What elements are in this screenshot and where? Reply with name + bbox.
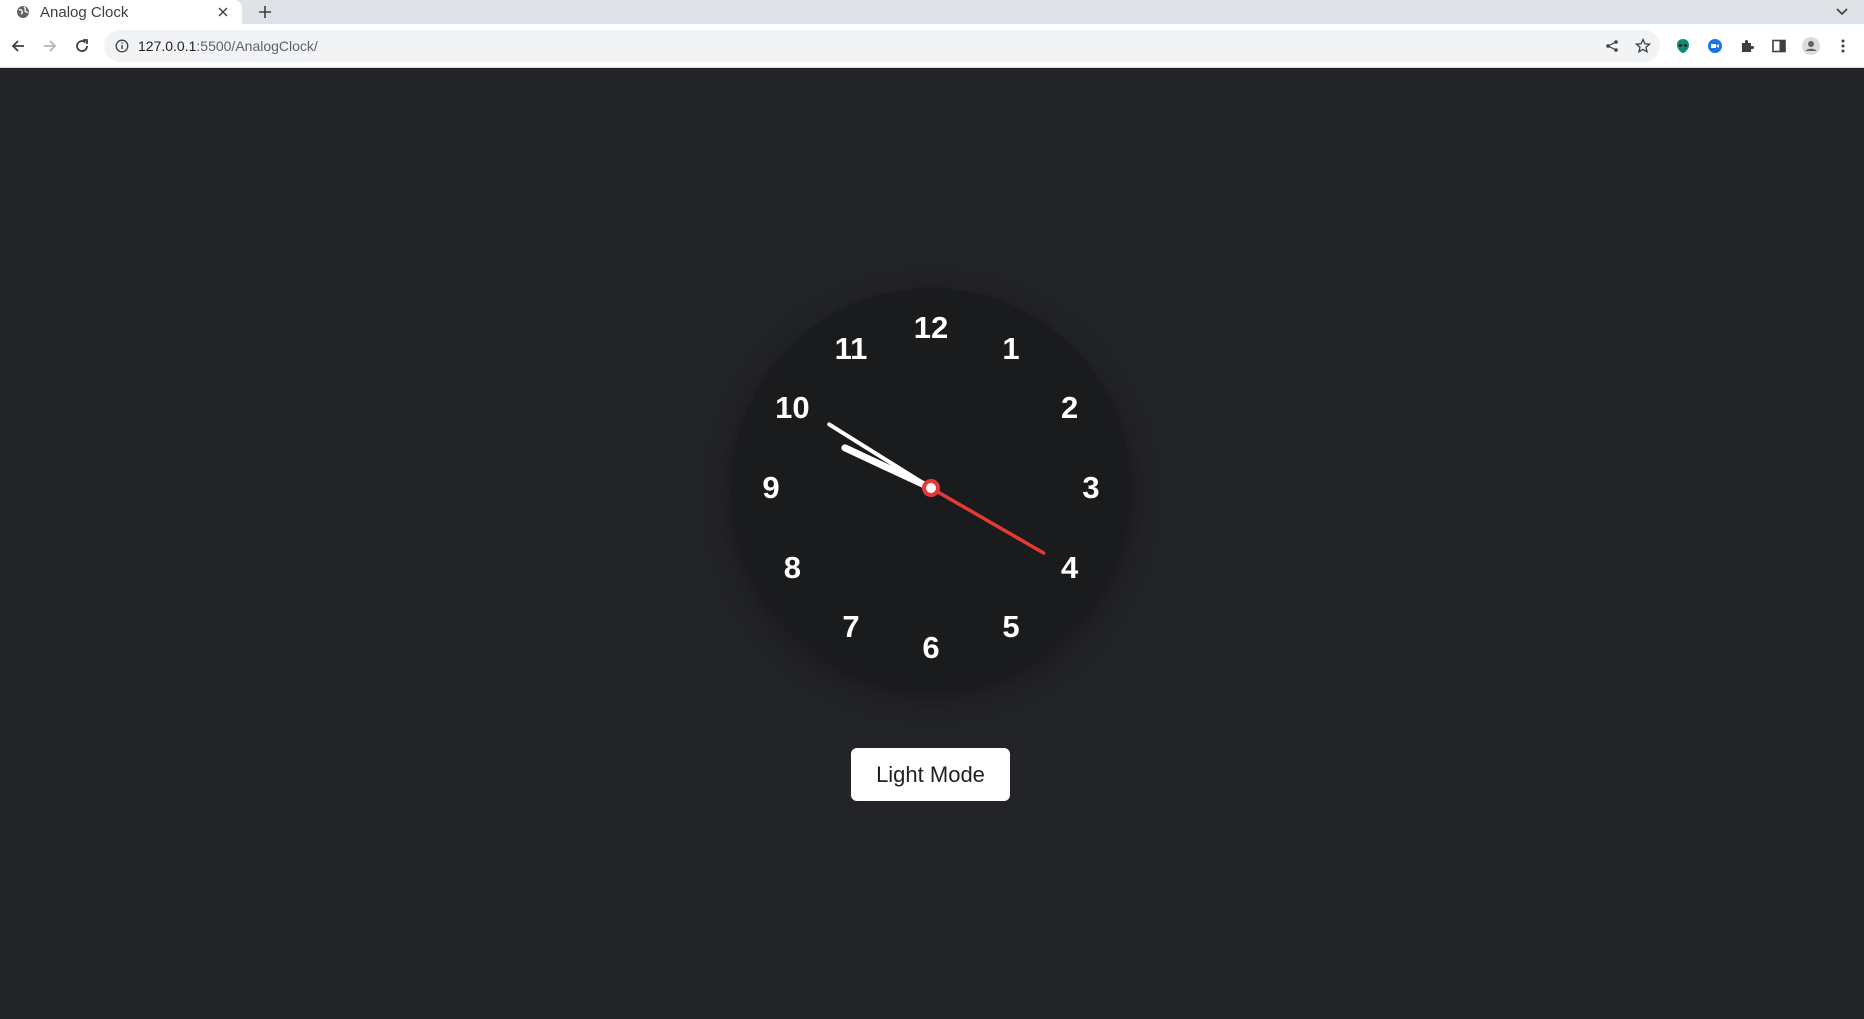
profile-icon[interactable] [1801,36,1821,56]
chevron-down-icon[interactable] [1834,4,1850,20]
star-icon[interactable] [1634,37,1652,55]
minute-hand [827,422,933,490]
kebab-menu-icon[interactable] [1833,36,1853,56]
url-text: 127.0.0.1:5500/AnalogClock/ [138,38,318,54]
light-mode-button[interactable]: Light Mode [851,748,1010,801]
reload-icon[interactable] [72,36,92,56]
close-icon[interactable] [214,3,232,21]
forward-arrow-icon[interactable] [40,36,60,56]
globe-icon [16,5,30,19]
meet-extension-icon[interactable] [1705,36,1725,56]
tab-analog-clock[interactable]: Analog Clock [0,0,242,24]
center-pin [922,479,940,497]
tab-strip: Analog Clock [0,0,1864,24]
browser-toolbar: 127.0.0.1:5500/AnalogClock/ [0,24,1864,68]
url-host: 127.0.0.1 [138,38,197,54]
second-hand [929,486,1046,555]
alien-extension-icon[interactable] [1673,36,1693,56]
plus-icon[interactable] [256,3,274,21]
tab-title: Analog Clock [40,3,129,21]
url-path: :5500/AnalogClock/ [196,38,318,54]
info-icon[interactable] [114,38,130,54]
puzzle-icon[interactable] [1737,36,1757,56]
share-icon[interactable] [1603,37,1621,55]
side-panel-icon[interactable] [1769,36,1789,56]
clock-face: 12 1 2 3 4 5 6 7 8 9 10 11 [731,288,1131,688]
back-arrow-icon[interactable] [8,36,28,56]
address-bar[interactable]: 127.0.0.1:5500/AnalogClock/ [104,30,1660,62]
clock-hands [827,422,1046,555]
